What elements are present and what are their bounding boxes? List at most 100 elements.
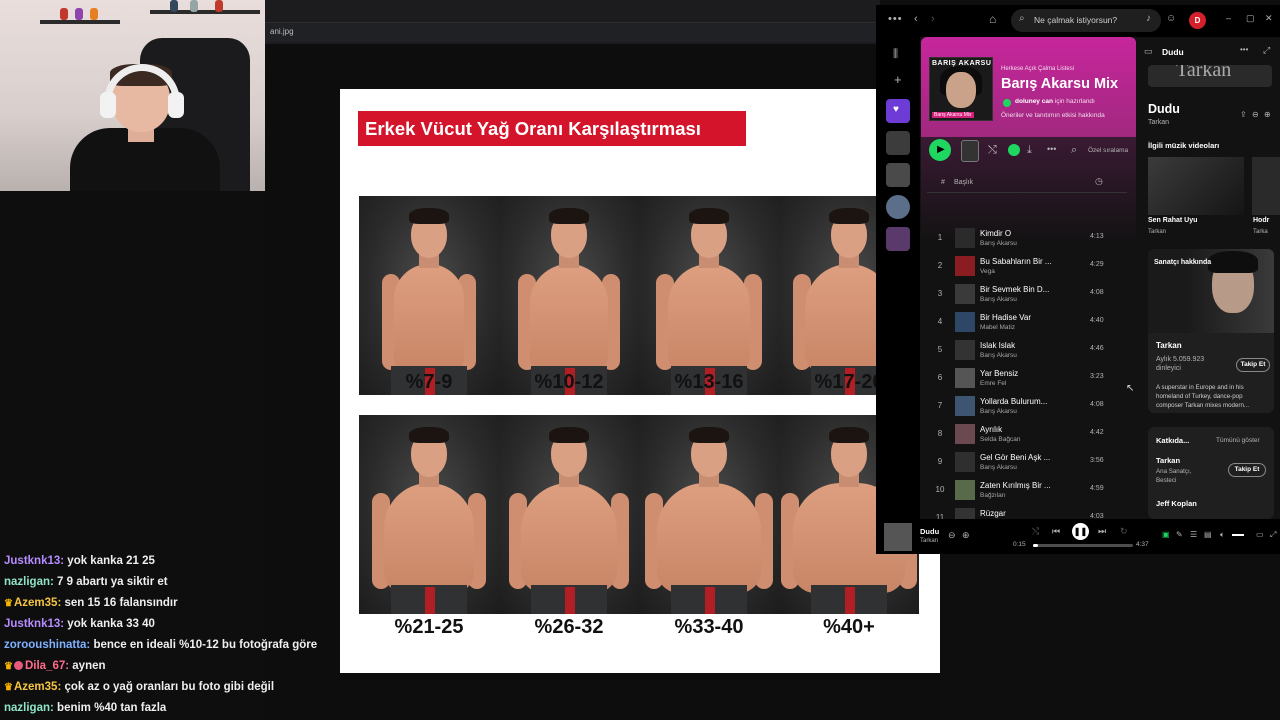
track-title[interactable]: Yar Bensiz [980,369,1060,378]
shuffle-icon[interactable]: ⤭ [988,145,997,156]
create-icon[interactable]: + [894,73,902,86]
track-artist[interactable]: Vega [980,268,995,275]
back-icon[interactable]: ‹ [914,14,918,25]
track-title[interactable]: Bu Sabahların Bir ... [980,257,1060,266]
track-title[interactable]: Rüzgar [980,509,1060,518]
share-icon[interactable]: ⇪ [1240,111,1247,119]
add-icon[interactable]: ⊕ [1264,111,1271,119]
remove-icon[interactable]: ⊖ [1252,111,1259,119]
player-artist[interactable]: Tarkan [920,538,938,544]
track-row[interactable]: 4 Bir Hadise Var Mabel Matiz 4:40 [921,309,1136,337]
track-title[interactable]: Ayrılık [980,425,1060,434]
minimize-icon[interactable]: – [1226,14,1231,23]
track-artist[interactable]: Barış Akarsu [980,408,1017,415]
player-cover[interactable] [884,523,912,551]
track-row[interactable]: 7 Yollarda Bulurum... Barış Akarsu 4:08 [921,393,1136,421]
library-item-thumb[interactable] [886,195,910,219]
chat-username[interactable]: Azem35 [14,597,57,609]
track-artist[interactable]: Selda Bağcan [980,436,1020,443]
panel-icon[interactable]: ▭ [1144,47,1153,56]
video2-title[interactable]: Hodr [1253,217,1269,224]
download-icon[interactable]: ⤓ [1027,145,1032,156]
more-icon[interactable]: ••• [888,14,903,25]
library-icon[interactable]: ⫼ [893,49,898,60]
track-artist[interactable]: Mabel Matiz [980,324,1015,331]
track-title[interactable]: Islak Islak [980,341,1060,350]
volume-slider[interactable] [1232,534,1244,536]
track-artist[interactable]: Barış Akarsu [980,464,1017,471]
np-song-title[interactable]: Dudu [1148,102,1180,116]
track-row[interactable]: 6 Yar Bensiz Emre Fel 3:23 [921,365,1136,393]
repeat-icon[interactable]: ↻ [1120,527,1128,536]
now-playing-view-icon[interactable]: ▣ [1162,531,1170,539]
track-row[interactable]: 5 Islak Islak Barış Akarsu 4:46 [921,337,1136,365]
home-icon[interactable]: ⌂ [989,13,996,25]
queue-icon[interactable]: ☰ [1190,531,1197,539]
video-thumb[interactable] [1252,157,1280,215]
track-title[interactable]: Yollarda Bulurum... [980,397,1060,406]
playlist-note[interactable]: Öneriler ve tanıtımın etkisi hakkında [1001,112,1105,119]
remove-icon[interactable]: ⊖ [948,531,956,540]
about-artist-card[interactable]: Sanatçı hakkında Tarkan Aylık 5.059.923 … [1148,249,1274,413]
track-title[interactable]: Gel Gör Beni Aşk ... [980,453,1060,462]
track-title[interactable]: Bir Sevmek Bin D... [980,285,1060,294]
track-row[interactable]: 10 Zaten Kırılmış Bir ... Bağzıları 4:59 [921,477,1136,505]
search-input[interactable]: Ne çalmak istiyorsun? [1011,9,1161,32]
chat-username[interactable]: Dila_67 [25,660,65,672]
forward-icon[interactable]: › [931,14,935,25]
track-row[interactable]: 1 Kimdir O Barış Akarsu 4:13 [921,225,1136,253]
add-icon[interactable]: ⊕ [962,531,970,540]
friends-icon[interactable]: ☺ [1166,14,1176,24]
track-artist[interactable]: Barış Akarsu [980,240,1017,247]
chat-username[interactable]: Azem35 [14,681,57,693]
track-title[interactable]: Kimdir O [980,229,1060,238]
previous-icon[interactable]: ⏮ [1052,527,1060,536]
playlist-mini-cover[interactable] [961,140,979,162]
panel-more-icon[interactable]: ••• [1240,46,1248,54]
expand-icon[interactable]: ⤢ [1263,46,1270,55]
chat-username[interactable]: nazligan [4,576,50,588]
library-item-thumb[interactable] [886,163,910,187]
pause-button[interactable]: ❚❚ [1072,523,1089,540]
chat-username[interactable]: nazligan [4,702,50,714]
track-artist[interactable]: Bağzıları [980,492,1006,499]
chat-username[interactable]: Justknk13 [4,618,60,630]
browser-tab-title[interactable]: ani.jpg [270,27,294,36]
play-button[interactable]: ▶ [929,139,951,161]
video-thumb[interactable] [1148,157,1244,215]
library-item-thumb[interactable] [886,227,910,251]
chat-username[interactable]: zorooushinatta [4,639,86,651]
track-row[interactable]: 3 Bir Sevmek Bin D... Barış Akarsu 4:08 [921,281,1136,309]
track-artist[interactable]: Barış Akarsu [980,296,1017,303]
library-item-thumb[interactable] [886,131,910,155]
fullscreen-icon[interactable]: ⤢ [1270,531,1276,539]
track-row[interactable]: 8 Ayrılık Selda Bağcan 4:42 [921,421,1136,449]
track-title[interactable]: Bir Hadise Var [980,313,1060,322]
np-artist[interactable]: Tarkan [1148,119,1169,126]
shuffle-icon[interactable]: ⤭ [1032,527,1039,536]
video1-title[interactable]: Sen Rahat Uyu [1148,217,1197,224]
track-row[interactable]: 9 Gel Gör Beni Aşk ... Barış Akarsu 3:56 [921,449,1136,477]
next-icon[interactable]: ⏭ [1098,527,1106,536]
credit-follow-button[interactable]: Takip Et [1228,463,1266,477]
show-all-link[interactable]: Tümünü göster [1216,437,1260,444]
volume-icon[interactable]: 🔈︎ [1220,531,1225,539]
saved-icon[interactable] [1008,144,1020,156]
devices-icon[interactable]: ▤ [1204,531,1212,539]
lyrics-icon[interactable]: ✎ [1176,531,1183,539]
track-title[interactable]: Zaten Kırılmış Bir ... [980,481,1060,490]
track-row[interactable]: 2 Bu Sabahların Bir ... Vega 4:29 [921,253,1136,281]
track-artist[interactable]: Emre Fel [980,380,1006,387]
miniplayer-icon[interactable]: ▭ [1256,531,1264,539]
player-song[interactable]: Dudu [920,527,939,536]
chat-username[interactable]: Justknk13 [4,555,60,567]
liked-songs-thumb[interactable]: ♥ [886,99,910,123]
close-icon[interactable]: ✕ [1265,14,1273,23]
avatar[interactable]: D [1189,12,1206,29]
sort-dropdown[interactable]: Özel sıralama [1088,147,1128,154]
track-artist[interactable]: Barış Akarsu [980,352,1017,359]
maximize-icon[interactable]: ▢ [1246,14,1255,23]
playlist-owner[interactable]: doluney can [1015,98,1053,105]
progress-bar[interactable] [1033,544,1133,547]
search-list-icon[interactable]: ⌕ [1071,145,1077,156]
